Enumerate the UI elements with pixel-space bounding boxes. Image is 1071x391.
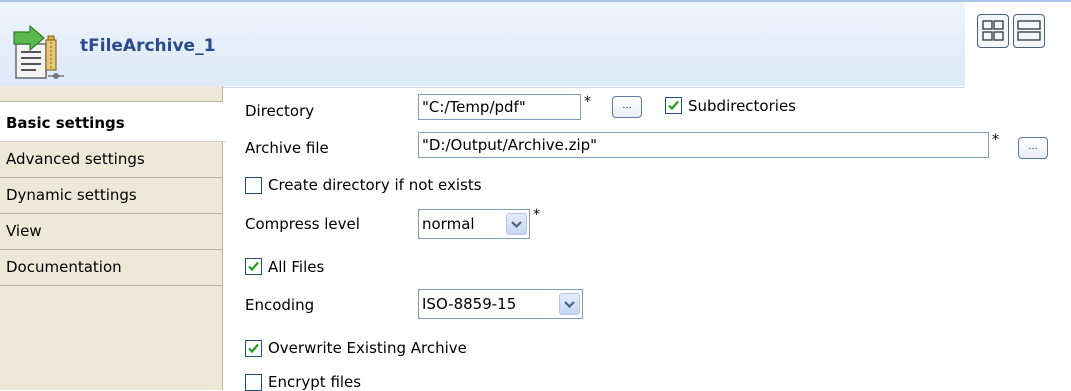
overwrite-archive-label: Overwrite Existing Archive xyxy=(268,339,467,357)
directory-browse-button[interactable]: ... xyxy=(612,96,642,118)
settings-sidebar: Basic settings Advanced settings Dynamic… xyxy=(0,86,226,390)
create-directory-checkbox[interactable] xyxy=(245,177,262,194)
checkmark-icon xyxy=(248,343,259,354)
archive-file-browse-button[interactable]: ... xyxy=(1018,137,1048,159)
create-directory-label: Create directory if not exists xyxy=(268,176,482,194)
sidebar-item-documentation[interactable]: Documentation xyxy=(0,250,223,286)
grid-layout-button[interactable] xyxy=(977,14,1009,48)
sidebar-item-advanced-settings[interactable]: Advanced settings xyxy=(0,142,223,178)
subdirectories-label: Subdirectories xyxy=(688,97,796,115)
sidebar-item-view[interactable]: View xyxy=(0,214,223,250)
archive-file-input[interactable]: "D:/Output/Archive.zip" xyxy=(418,132,989,158)
sidebar-empty-area xyxy=(0,286,223,390)
subdirectories-checkbox[interactable] xyxy=(665,97,682,114)
sidebar-top-strip xyxy=(0,86,223,102)
encoding-label: Encoding xyxy=(245,296,315,314)
sidebar-item-basic-settings[interactable]: Basic settings xyxy=(0,106,226,142)
grid-layout-icon xyxy=(982,20,1004,41)
encoding-select[interactable]: ISO-8859-15 xyxy=(418,289,583,319)
encrypt-files-label: Encrypt files xyxy=(268,373,362,391)
component-title: tFileArchive_1 xyxy=(80,36,216,56)
file-archive-icon xyxy=(8,22,68,82)
encoding-value: ISO-8859-15 xyxy=(422,295,517,313)
overwrite-archive-checkbox[interactable] xyxy=(245,340,262,357)
encrypt-files-checkbox[interactable] xyxy=(245,374,262,391)
archive-file-label: Archive file xyxy=(245,139,329,157)
chevron-down-icon[interactable] xyxy=(559,293,580,315)
directory-required-marker: * xyxy=(584,94,591,110)
checkmark-icon xyxy=(668,100,679,111)
directory-label: Directory xyxy=(245,102,315,120)
all-files-checkbox[interactable] xyxy=(245,258,262,275)
checkmark-icon xyxy=(248,261,259,272)
chevron-down-icon[interactable] xyxy=(506,213,527,235)
rows-layout-button[interactable] xyxy=(1013,14,1045,48)
directory-input[interactable]: "C:/Temp/pdf" xyxy=(418,94,581,120)
sidebar-item-dynamic-settings[interactable]: Dynamic settings xyxy=(0,178,223,214)
rows-layout-icon xyxy=(1017,20,1041,41)
archive-file-required-marker: * xyxy=(992,132,999,148)
layout-toolbar xyxy=(965,2,1071,86)
compress-level-value: normal xyxy=(422,215,475,233)
compress-level-label: Compress level xyxy=(245,215,360,233)
compress-level-select[interactable]: normal xyxy=(418,209,530,239)
compress-level-required-marker: * xyxy=(533,207,540,223)
all-files-label: All Files xyxy=(268,258,325,276)
component-header: tFileArchive_1 xyxy=(0,0,1071,88)
